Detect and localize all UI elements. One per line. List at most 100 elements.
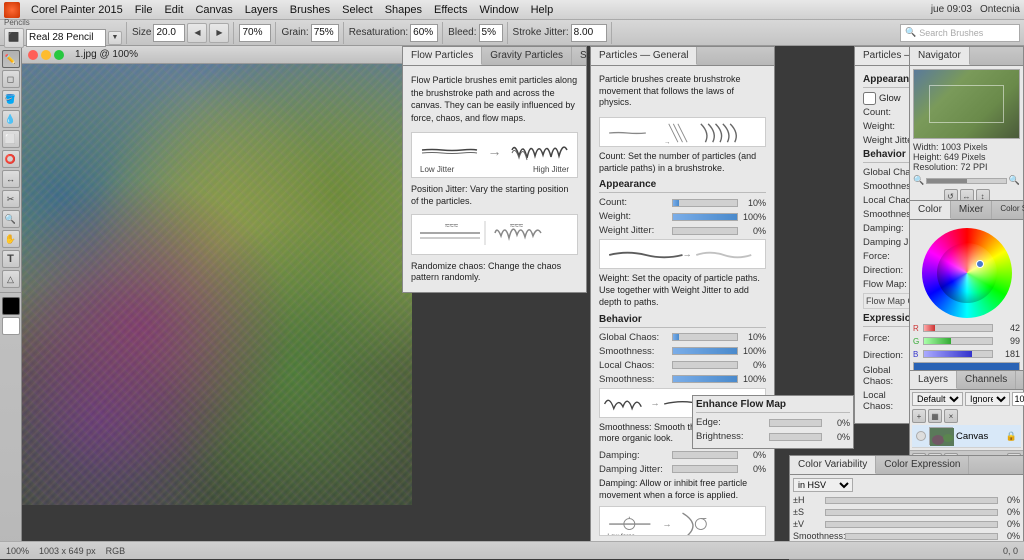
- glow-checkbox[interactable]: [863, 92, 876, 105]
- tool-crop[interactable]: ✂: [2, 190, 20, 208]
- layer-blend-select[interactable]: Default: [912, 392, 963, 406]
- menu-edit[interactable]: Edit: [159, 0, 188, 20]
- navigator-thumbnail[interactable]: [913, 69, 1020, 139]
- color-selector-dot[interactable]: [976, 260, 984, 268]
- low-jitter-preview: [417, 138, 482, 163]
- enhance-flow-title: Enhance Flow Map: [696, 399, 850, 413]
- menu-brushes[interactable]: Brushes: [285, 0, 335, 20]
- tab-gravity-particles[interactable]: Gravity Particles: [482, 47, 572, 65]
- smoothness-slider-1[interactable]: [672, 347, 738, 355]
- color-wheel[interactable]: [922, 228, 1012, 318]
- tab-color-expression[interactable]: Color Expression: [876, 456, 969, 474]
- nav-zoom-thumb: [927, 179, 966, 183]
- nav-zoom-slider[interactable]: [926, 178, 1007, 184]
- tab-navigator[interactable]: Navigator: [910, 47, 970, 65]
- weight-jitter-row: Weight Jitter: 0%: [599, 225, 766, 236]
- size-up-btn[interactable]: ▶: [209, 23, 229, 43]
- b-slider[interactable]: [923, 350, 993, 358]
- zoom-input[interactable]: [239, 24, 271, 42]
- nav-resolution: 72 PPI: [961, 162, 988, 172]
- tool-shape[interactable]: △: [2, 270, 20, 288]
- menu-help[interactable]: Help: [526, 0, 559, 20]
- brightness-slider[interactable]: [769, 433, 822, 441]
- layer-group-btn[interactable]: ▦: [928, 409, 942, 423]
- tool-hand[interactable]: ✋: [2, 230, 20, 248]
- tab-flow-particles[interactable]: Flow Particles: [403, 47, 482, 65]
- tool-zoom[interactable]: 🔍: [2, 210, 20, 228]
- color-mode-select[interactable]: in HSV: [793, 478, 853, 492]
- tool-eraser[interactable]: ◻: [2, 70, 20, 88]
- menu-window[interactable]: Window: [474, 0, 523, 20]
- tab-color[interactable]: Color: [910, 201, 951, 219]
- layer-delete-btn[interactable]: ×: [944, 409, 958, 423]
- menu-shapes[interactable]: Shapes: [380, 0, 427, 20]
- global-chaos-slider[interactable]: [672, 333, 738, 341]
- brush-name-input[interactable]: [26, 29, 106, 47]
- weight-slider[interactable]: [672, 213, 738, 221]
- tool-text[interactable]: T: [2, 250, 20, 268]
- menu-file[interactable]: File: [130, 0, 158, 20]
- tab-mixer[interactable]: Mixer: [951, 201, 992, 219]
- menu-layers[interactable]: Layers: [240, 0, 283, 20]
- resat-input[interactable]: [410, 24, 438, 42]
- brush-category-btn[interactable]: ⬛: [4, 28, 24, 48]
- tab-layers[interactable]: Layers: [910, 371, 957, 389]
- edge-slider[interactable]: [769, 419, 822, 427]
- nav-height: 649 Pixels: [944, 152, 986, 162]
- svg-text:High force: High force: [681, 535, 711, 536]
- weight-jitter-value: 0%: [741, 226, 766, 236]
- r-slider[interactable]: [923, 324, 993, 332]
- search-brushes-box[interactable]: 🔍 Search Brushes: [900, 24, 1020, 42]
- g-slider[interactable]: [923, 337, 993, 345]
- s-var-row: ±S 0%: [793, 507, 1020, 517]
- tab-particles-general[interactable]: Particles — General: [591, 47, 697, 65]
- canvas-image[interactable]: ©P: [22, 64, 412, 505]
- layers-tab-bar: Layers Channels: [910, 371, 1023, 390]
- enhance-flow-panel: Enhance Flow Map Edge: 0% Brightness: 0%: [692, 395, 854, 449]
- layer-visibility-eye[interactable]: [916, 431, 926, 441]
- bleed-input[interactable]: [479, 24, 503, 42]
- tool-marquee[interactable]: ⬜: [2, 130, 20, 148]
- tool-paint-bucket[interactable]: 🪣: [2, 90, 20, 108]
- tab-color-set[interactable]: Color Set Libraries: [992, 201, 1024, 219]
- menu-effects[interactable]: Effects: [429, 0, 472, 20]
- menu-select[interactable]: Select: [337, 0, 378, 20]
- size-label: Size: [132, 27, 151, 38]
- svg-text:→: →: [664, 139, 670, 146]
- tool-brush[interactable]: ✏️: [2, 50, 20, 68]
- smoothness-slider-2[interactable]: [672, 375, 738, 383]
- tool-lasso[interactable]: ⭕: [2, 150, 20, 168]
- damping-jitter-slider[interactable]: [672, 465, 738, 473]
- s-value: 0%: [1000, 507, 1020, 517]
- layer-new-btn[interactable]: +: [912, 409, 926, 423]
- local-chaos-slider[interactable]: [672, 361, 738, 369]
- s-slider[interactable]: [825, 509, 998, 516]
- tool-color[interactable]: [2, 297, 20, 315]
- smooth-cv-slider[interactable]: [845, 533, 998, 540]
- weight-jitter-slider[interactable]: [672, 227, 738, 235]
- damping-slider[interactable]: [672, 451, 738, 459]
- stroke-jitter-input[interactable]: [571, 24, 607, 42]
- v-slider[interactable]: [825, 521, 998, 528]
- size-input[interactable]: [153, 24, 185, 42]
- maximize-btn[interactable]: [54, 50, 64, 60]
- h-slider[interactable]: [825, 497, 998, 504]
- layer-preserve-select[interactable]: Ignore: [965, 392, 1010, 406]
- layer-opacity-input[interactable]: [1012, 392, 1024, 406]
- grain-input[interactable]: [311, 24, 339, 42]
- minimize-btn[interactable]: [41, 50, 51, 60]
- menu-canvas[interactable]: Canvas: [190, 0, 237, 20]
- size-down-btn[interactable]: ◀: [187, 23, 207, 43]
- tab-color-variability[interactable]: Color Variability: [790, 456, 876, 474]
- canvas-title-bar: 1.jpg @ 100%: [22, 46, 412, 64]
- close-btn[interactable]: [28, 50, 38, 60]
- tool-transform[interactable]: ↔: [2, 170, 20, 188]
- tool-paper[interactable]: [2, 317, 20, 335]
- brush-size-btn[interactable]: ▼: [108, 31, 122, 45]
- canvas-layer-row[interactable]: Canvas 🔒: [912, 425, 1021, 448]
- tool-eyedropper[interactable]: 💧: [2, 110, 20, 128]
- jitter-illustration: → Low Jitter High Jitter: [411, 132, 578, 178]
- count-slider[interactable]: [672, 199, 738, 207]
- tab-channels[interactable]: Channels: [957, 371, 1016, 389]
- pencils-category: Pencils: [4, 18, 122, 27]
